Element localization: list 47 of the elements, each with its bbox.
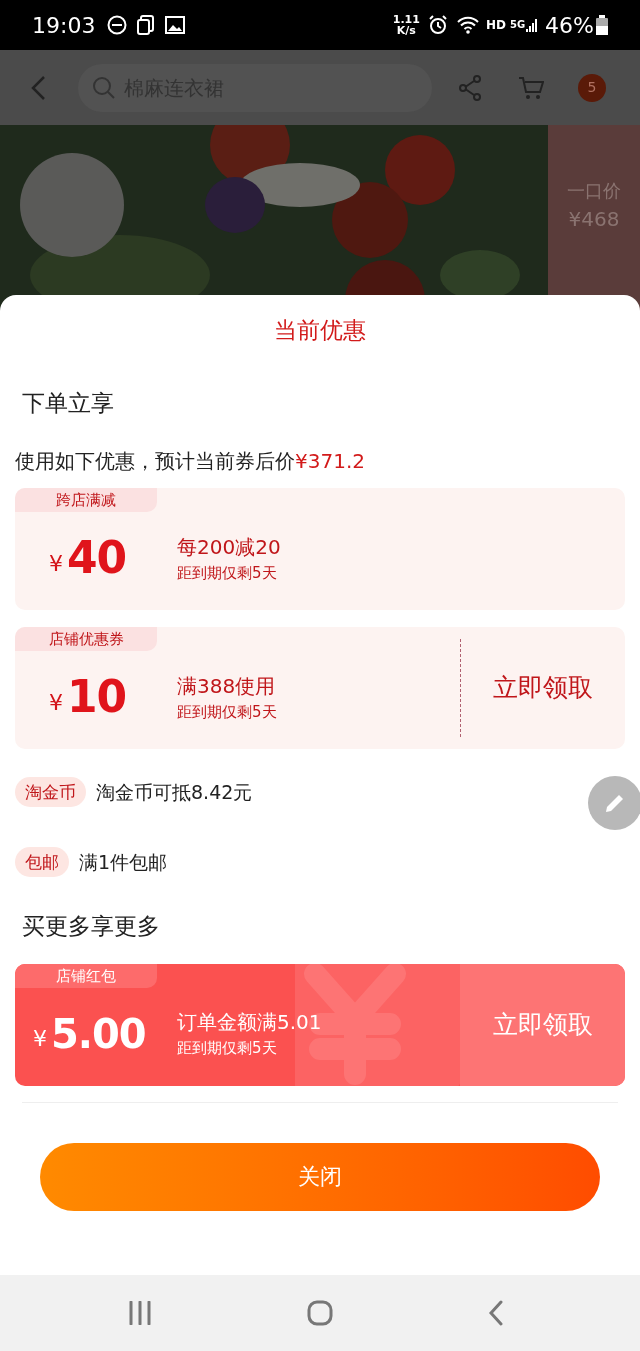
share-icon[interactable] [458,74,482,101]
coupon-condition: 满388使用 [177,672,277,700]
cart-icon[interactable] [518,74,544,101]
status-time: 19:03 [32,11,96,40]
do-not-disturb-icon [107,15,128,35]
search-icon [92,75,116,100]
notification-badge: 5 [578,73,606,102]
document-icon [137,15,156,35]
coupon-expiry: 距到期仅剩5天 [177,1038,278,1060]
hd-label: HD [485,17,506,34]
coupon-tag: 跨店满减 [15,488,157,512]
network-speed-unit: K/s [396,25,416,36]
currency-symbol: ¥ [49,688,63,717]
claim-button[interactable]: 立即领取 [492,669,593,707]
currency-symbol: ¥ [49,549,63,578]
perk-text: 淘金币可抵8.42元 [96,779,253,805]
back-icon[interactable] [30,74,46,101]
network-speed: 1.11 [392,14,420,25]
currency-symbol: ¥ [33,1025,47,1053]
recent-apps-icon[interactable] [128,1301,152,1325]
coupon-expiry: 距到期仅剩5天 [177,562,278,584]
signal-icon [525,16,540,34]
perk-text: 满1件包邮 [79,849,168,875]
perk-badge: 包邮 [15,847,69,877]
coupon-tag: 店铺红包 [15,963,157,988]
network-generation: 5G [509,20,526,30]
coupon-condition: 订单金额满5.01 [177,1009,322,1037]
coupon-tag: 店铺优惠券 [15,627,157,651]
coupon-expiry: 距到期仅剩5天 [177,701,277,723]
coupon-amount: 5.00 [51,1013,146,1054]
image-icon [165,16,186,34]
sheet-title: 当前优惠 [273,316,367,345]
back-icon[interactable] [488,1300,504,1326]
coupon-condition: 每200减20 [177,533,281,561]
home-icon[interactable] [307,1300,333,1326]
coupon-amount: 10 [67,675,127,719]
battery-icon [596,15,608,35]
section-heading: 买更多享更多 [22,912,161,941]
battery-level: 46% [545,11,594,40]
perk-badge: 淘金币 [15,777,86,807]
section-heading: 下单立享 [22,388,115,418]
claim-button[interactable]: 立即领取 [492,1005,593,1044]
alarm-icon [427,15,448,35]
close-button[interactable]: 关闭 [40,1142,600,1211]
price-summary: 使用如下优惠，预计当前券后价¥371.2 [15,448,366,475]
wifi-icon [455,15,480,35]
coupon-amount: 40 [67,536,127,580]
